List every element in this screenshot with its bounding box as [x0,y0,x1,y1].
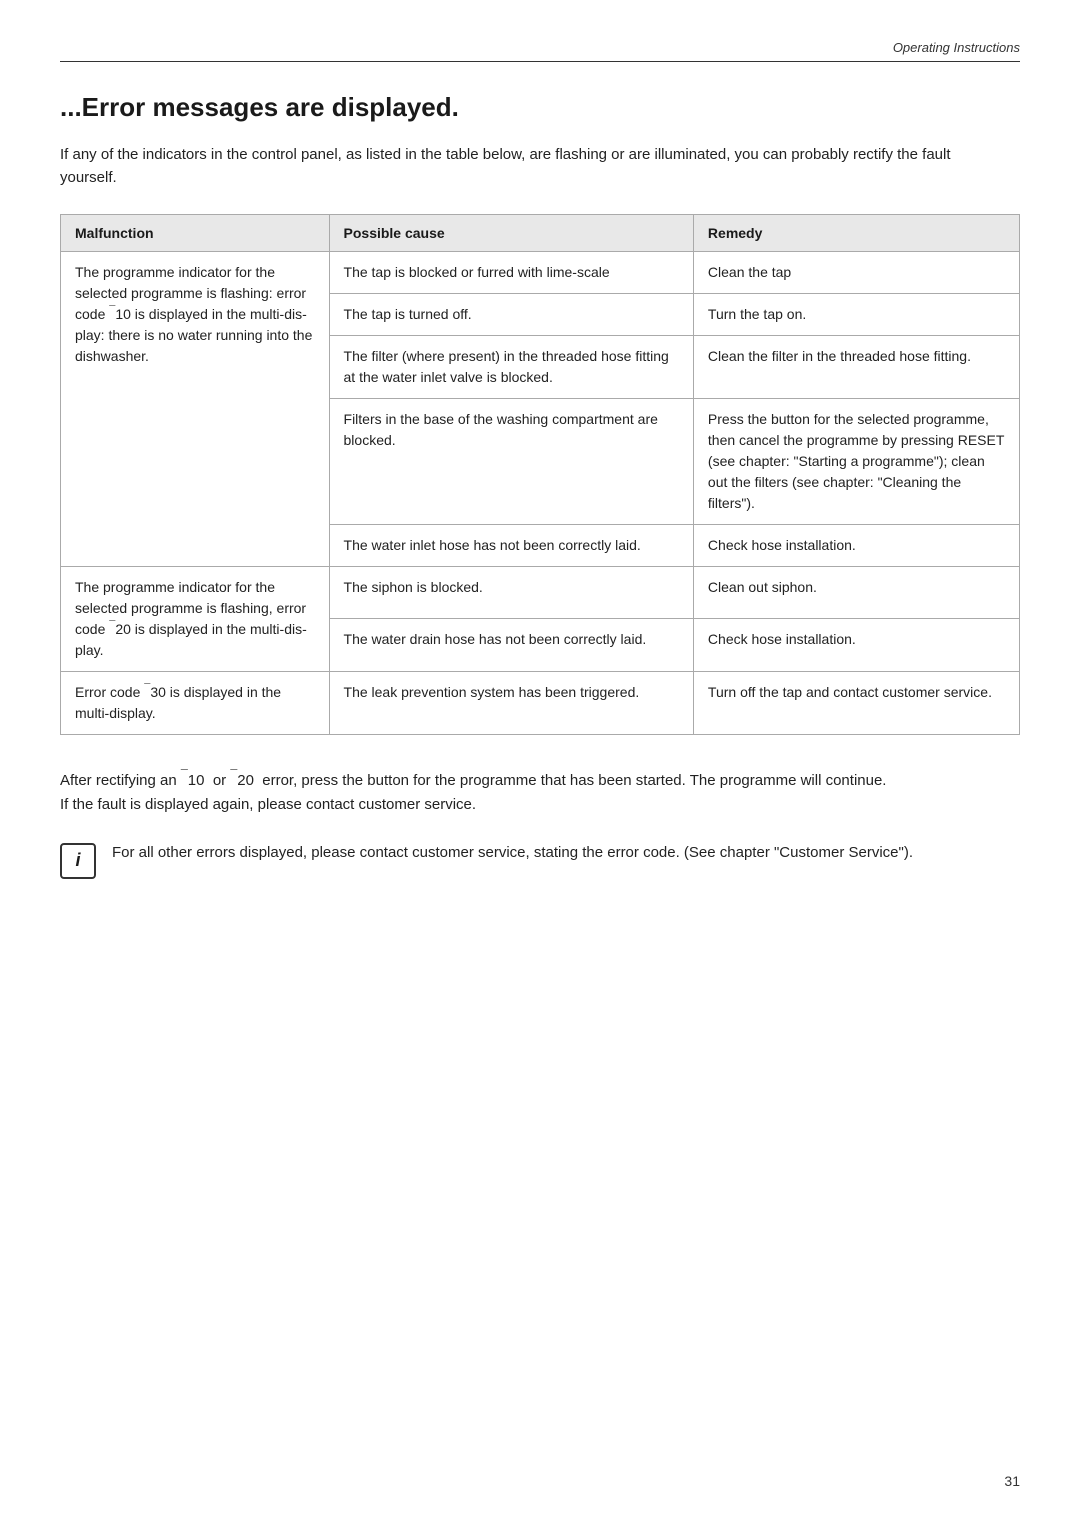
cause-cell-6: The siphon is blocked. [329,566,693,619]
remedy-cell-8: Turn off the tap and contact customer se… [693,671,1019,734]
remedy-cell-7: Check hose installation. [693,619,1019,672]
info-box: i For all other errors displayed, please… [60,841,980,879]
table-row: The programme indicator for the selected… [61,566,1020,619]
remedy-cell-1: Clean the tap [693,251,1019,293]
malfunction-cell-2: The programme indicator for the selected… [61,566,330,671]
error-table: Malfunction Possible cause Remedy The pr… [60,214,1020,735]
after-paragraph-1: After rectifying an ¯10 or ¯20 error, pr… [60,765,980,793]
header-title: Operating Instructions [893,40,1020,55]
cause-cell-3: The filter (where present) in the thread… [329,335,693,398]
table-row: The programme indicator for the selected… [61,251,1020,293]
header-malfunction: Malfunction [61,214,330,251]
after-paragraph-2: If the fault is displayed again, please … [60,793,980,817]
header-bar: Operating Instructions [60,40,1020,62]
malfunction-cell-1: The programme indicator for the selected… [61,251,330,566]
header-cause: Possible cause [329,214,693,251]
header-remedy: Remedy [693,214,1019,251]
remedy-cell-4: Press the button for the selected progra… [693,398,1019,524]
cause-cell-1: The tap is blocked or furred with lime-s… [329,251,693,293]
table-row: Error code ¯30 is displayed in the multi… [61,671,1020,734]
info-text: For all other errors displayed, please c… [112,841,913,865]
remedy-cell-5: Check hose installation. [693,524,1019,566]
cause-cell-2: The tap is turned off. [329,293,693,335]
after-text: After rectifying an ¯10 or ¯20 error, pr… [60,765,980,817]
remedy-cell-3: Clean the filter in the threaded hose fi… [693,335,1019,398]
page-container: Operating Instructions ...Error messages… [0,0,1080,1529]
remedy-cell-6: Clean out siphon. [693,566,1019,619]
page-number: 31 [1004,1473,1020,1489]
cause-cell-8: The leak prevention system has been trig… [329,671,693,734]
intro-text: If any of the indicators in the control … [60,143,980,190]
cause-cell-4: Filters in the base of the washing compa… [329,398,693,524]
cause-cell-5: The water inlet hose has not been correc… [329,524,693,566]
cause-cell-7: The water drain hose has not been correc… [329,619,693,672]
info-icon-label: i [75,850,80,871]
malfunction-cell-3: Error code ¯30 is displayed in the multi… [61,671,330,734]
remedy-cell-2: Turn the tap on. [693,293,1019,335]
info-icon: i [60,843,96,879]
page-title: ...Error messages are displayed. [60,92,1020,123]
table-header-row: Malfunction Possible cause Remedy [61,214,1020,251]
